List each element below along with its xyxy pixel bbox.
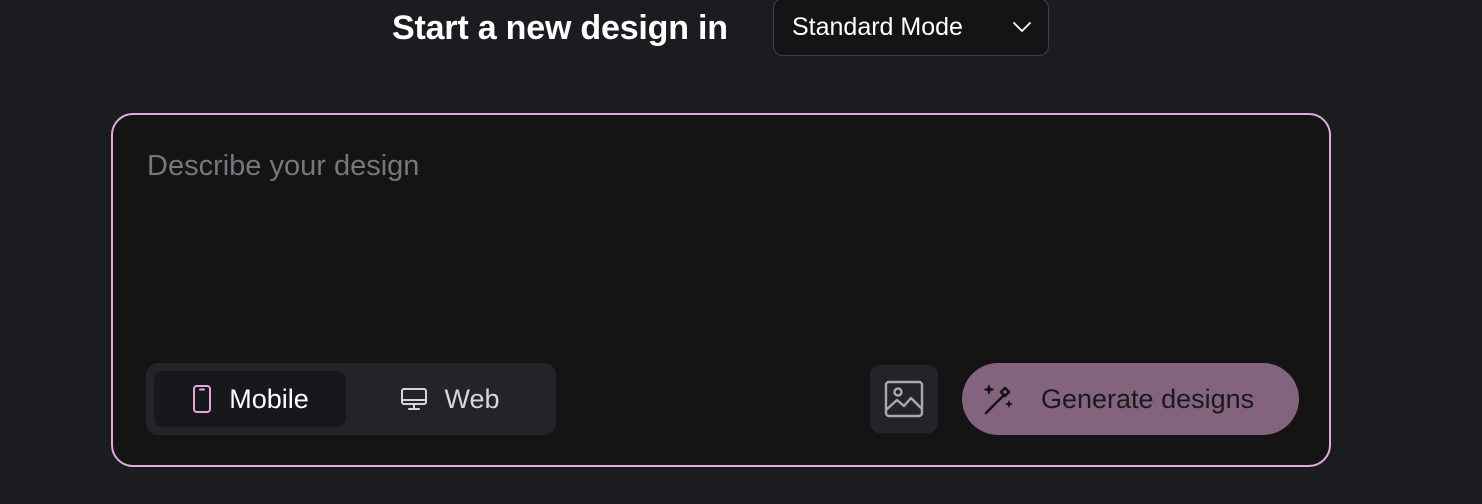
- prompt-card: Mobile Web: [111, 113, 1331, 467]
- device-option-web[interactable]: Web: [354, 371, 546, 427]
- page-title: Start a new design in: [392, 9, 728, 47]
- mode-select-value: Standard Mode: [792, 12, 963, 41]
- magic-wand-icon: [984, 384, 1013, 415]
- device-option-label: Web: [444, 383, 500, 414]
- mode-select[interactable]: Standard Mode: [773, 0, 1049, 56]
- device-option-label: Mobile: [229, 383, 309, 414]
- upload-image-button[interactable]: [870, 365, 938, 433]
- desktop-monitor-icon: [401, 388, 428, 410]
- generate-button-label: Generate designs: [1041, 383, 1255, 414]
- chevron-down-icon: [1013, 22, 1031, 32]
- mobile-phone-icon: [193, 385, 212, 413]
- design-prompt-input[interactable]: [147, 149, 1287, 329]
- image-icon: [884, 380, 924, 418]
- device-option-mobile[interactable]: Mobile: [154, 371, 346, 427]
- generate-designs-button[interactable]: Generate designs: [962, 363, 1299, 435]
- page: Start a new design in Standard Mode Mobi…: [0, 0, 1482, 504]
- device-toggle: Mobile Web: [146, 363, 556, 435]
